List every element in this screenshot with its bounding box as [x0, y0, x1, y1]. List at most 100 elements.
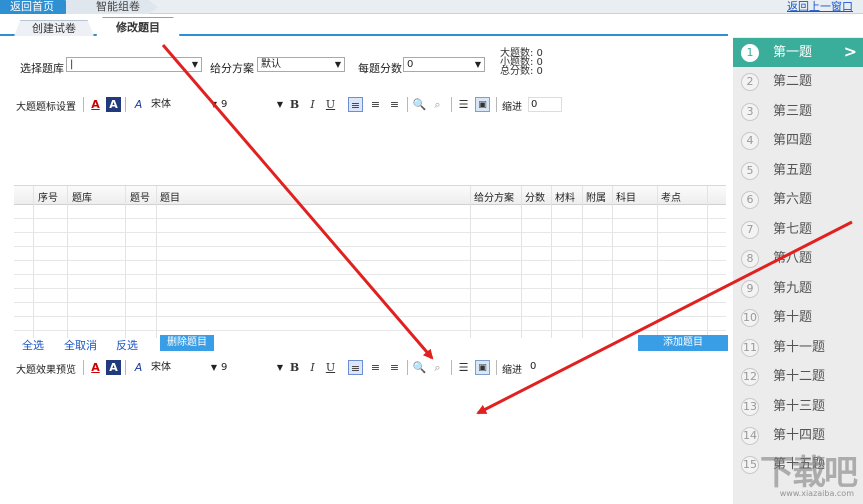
question-item-6[interactable]: 6 第六题: [733, 185, 863, 214]
indent-label: 缩进: [502, 365, 522, 376]
select-all-link[interactable]: 全选: [22, 337, 44, 353]
highlight-color-icon[interactable]: A: [106, 360, 121, 375]
replace-icon[interactable]: ⌕: [430, 360, 445, 375]
col-header: 序号: [38, 193, 58, 204]
table-row[interactable]: [14, 274, 726, 275]
indent-input[interactable]: 0: [528, 97, 562, 112]
table-row[interactable]: [14, 302, 726, 303]
bold-button[interactable]: B: [287, 97, 302, 112]
question-label: 第三题: [773, 104, 813, 119]
question-item-12[interactable]: 12 第十二题: [733, 362, 863, 391]
bank-select[interactable]: | ▼: [66, 57, 202, 72]
question-label: 第一题: [773, 45, 813, 60]
highlight-color-icon[interactable]: A: [106, 97, 121, 112]
font-color-icon[interactable]: A: [88, 97, 103, 112]
table-row[interactable]: [14, 246, 726, 247]
font-family-select[interactable]: 宋体 ▼: [151, 360, 217, 375]
preview-editor[interactable]: [14, 380, 726, 504]
separator: [451, 360, 452, 375]
insert-image-icon[interactable]: ▣: [475, 97, 490, 112]
chevron-down-icon: ▼: [210, 100, 217, 109]
question-label: 第九题: [773, 281, 813, 296]
scheme-label: 给分方案: [210, 62, 254, 75]
table-row[interactable]: [14, 288, 726, 289]
align-center-icon[interactable]: ≡: [368, 97, 383, 112]
find-icon[interactable]: 🔍: [412, 97, 427, 112]
question-number: 1: [741, 44, 759, 62]
separator: [496, 97, 497, 112]
align-left-icon[interactable]: ≡: [348, 360, 363, 375]
align-right-icon[interactable]: ≡: [387, 97, 402, 112]
question-item-5[interactable]: 5 第五题: [733, 156, 863, 185]
title-format-toolbar: 大题题标设置 A A A 宋体 ▼ 9 ▼ B I U ≡ ≡ ≡ 🔍 ⌕ ☰ …: [14, 95, 584, 115]
align-center-icon[interactable]: ≡: [368, 360, 383, 375]
font-size-select[interactable]: 9 ▼: [221, 360, 283, 375]
question-item-3[interactable]: 3 第三题: [733, 97, 863, 126]
indent-input[interactable]: 0: [528, 360, 562, 375]
home-button[interactable]: 返回首页: [0, 0, 74, 14]
tab-edit-questions[interactable]: 修改题目: [96, 17, 180, 36]
table-row[interactable]: [14, 218, 726, 219]
chevron-down-icon: ▼: [191, 60, 198, 69]
table-row[interactable]: [14, 316, 726, 317]
add-question-button[interactable]: 添加题目: [638, 335, 728, 351]
question-number: 9: [741, 280, 759, 298]
breadcrumb-bar: 返回首页 智能组卷 返回上一窗口: [0, 0, 863, 14]
font-size-value: 9: [221, 99, 228, 110]
separator: [83, 360, 84, 375]
back-to-previous-link[interactable]: 返回上一窗口: [787, 0, 853, 14]
clear-format-icon[interactable]: A: [131, 360, 146, 375]
question-item-1[interactable]: 1 第一题 >: [733, 38, 863, 67]
question-number: 5: [741, 162, 759, 180]
title-editor[interactable]: [14, 116, 726, 184]
font-size-select[interactable]: 9 ▼: [221, 97, 283, 112]
table-row[interactable]: [14, 232, 726, 233]
insert-image-icon[interactable]: ▣: [475, 360, 490, 375]
question-item-13[interactable]: 13 第十三题: [733, 392, 863, 421]
tab-create-paper[interactable]: 创建试卷: [14, 20, 94, 36]
separator: [125, 97, 126, 112]
question-item-11[interactable]: 11 第十一题: [733, 333, 863, 362]
question-number: 2: [741, 73, 759, 91]
question-item-8[interactable]: 8 第八题: [733, 244, 863, 273]
question-item-10[interactable]: 10 第十题: [733, 303, 863, 332]
font-family-select[interactable]: 宋体 ▼: [151, 97, 217, 112]
question-item-9[interactable]: 9 第九题: [733, 274, 863, 303]
find-icon[interactable]: 🔍: [412, 360, 427, 375]
table-row[interactable]: [14, 260, 726, 261]
underline-button[interactable]: U: [323, 97, 338, 112]
chevron-right-icon: >: [843, 42, 857, 61]
align-right-icon[interactable]: ≡: [387, 360, 402, 375]
separator: [451, 97, 452, 112]
replace-icon[interactable]: ⌕: [430, 97, 445, 112]
invert-selection-link[interactable]: 反选: [116, 337, 138, 353]
italic-button[interactable]: I: [305, 97, 320, 112]
align-left-icon[interactable]: ≡: [348, 97, 363, 112]
font-color-icon[interactable]: A: [88, 360, 103, 375]
question-item-4[interactable]: 4 第四题: [733, 126, 863, 155]
question-item-2[interactable]: 2 第二题: [733, 67, 863, 96]
bold-button[interactable]: B: [287, 360, 302, 375]
smart-paper-crumb[interactable]: 智能组卷: [66, 0, 158, 14]
deselect-all-link[interactable]: 全取消: [64, 337, 97, 353]
score-select[interactable]: 0 ▼: [403, 57, 485, 72]
question-number: 10: [741, 309, 759, 327]
delete-question-button[interactable]: 删除题目: [160, 335, 214, 351]
bullet-list-icon[interactable]: ☰: [456, 97, 471, 112]
separator: [496, 360, 497, 375]
question-label: 第十二题: [773, 369, 826, 384]
col-header: 题库: [72, 193, 92, 204]
question-number: 12: [741, 368, 759, 386]
question-label: 第十一题: [773, 340, 826, 355]
clear-format-icon[interactable]: A: [131, 97, 146, 112]
question-number: 8: [741, 250, 759, 268]
chevron-down-icon: ▼: [276, 100, 283, 109]
italic-button[interactable]: I: [305, 360, 320, 375]
bullet-list-icon[interactable]: ☰: [456, 360, 471, 375]
underline-button[interactable]: U: [323, 360, 338, 375]
table-row[interactable]: [14, 330, 726, 331]
tab-strip: 创建试卷 修改题目: [0, 14, 728, 36]
scheme-select[interactable]: 默认 ▼: [257, 57, 345, 72]
question-item-7[interactable]: 7 第七题: [733, 215, 863, 244]
watermark-logo: 下载吧 www.xiazaiba.com: [742, 445, 860, 503]
